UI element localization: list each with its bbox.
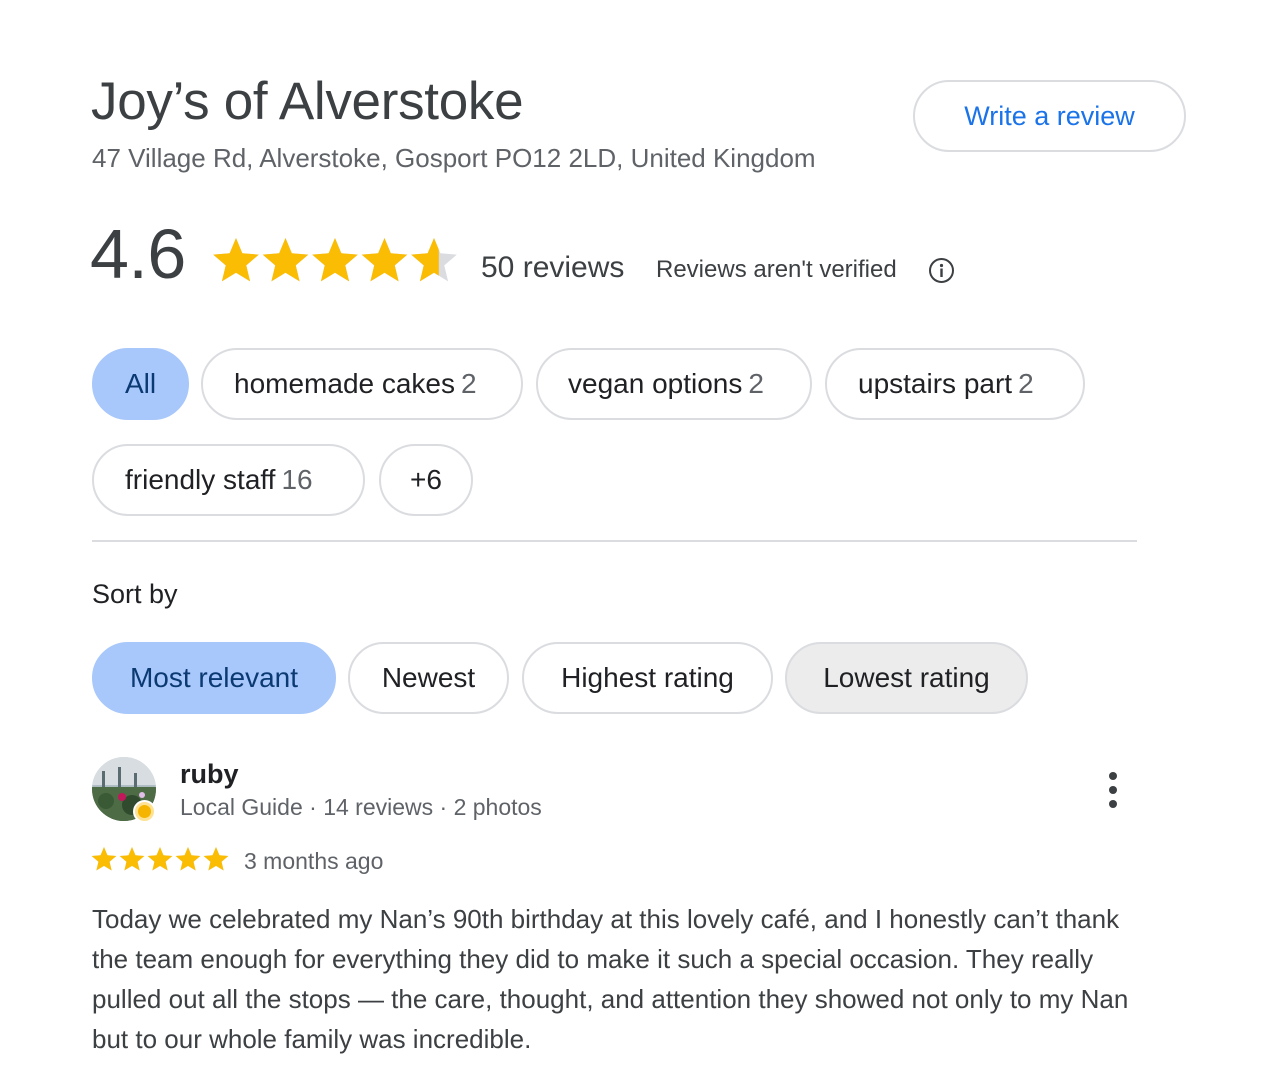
topic-chip-homemade-cakes[interactable]: homemade cakes 2 xyxy=(201,348,523,420)
star-icon xyxy=(147,847,173,871)
topic-chip-vegan-options[interactable]: vegan options 2 xyxy=(536,348,812,420)
sort-option-label: Most relevant xyxy=(129,662,299,693)
review-count-link[interactable]: 50 reviews xyxy=(481,250,624,286)
more-vert-icon[interactable] xyxy=(1097,768,1129,812)
average-rating: 4.6 xyxy=(90,215,186,293)
sort-newest[interactable]: Newest xyxy=(348,642,509,714)
topic-chip-label: vegan options xyxy=(568,368,743,399)
sort-option-label: Highest rating xyxy=(561,662,734,693)
star-icon xyxy=(213,238,259,282)
topic-chip-label: +6 xyxy=(410,464,442,495)
star-icon xyxy=(312,238,358,282)
topic-chip-label: All xyxy=(124,368,157,399)
star-icon xyxy=(91,847,117,871)
star-icon xyxy=(262,238,309,282)
review-time: 3 months ago xyxy=(244,848,384,874)
star-icon xyxy=(119,847,145,871)
topic-chip-label: upstairs part xyxy=(858,368,1013,399)
sort-highest-rating[interactable]: Highest rating xyxy=(522,642,773,714)
topic-chip-count: 2 xyxy=(461,368,477,399)
review-text: Today we celebrated my Nan’s 90th birthd… xyxy=(92,904,1129,1054)
topic-chip-friendly-staff[interactable]: friendly staff 16 xyxy=(92,444,365,516)
topic-chip-count: 2 xyxy=(1018,368,1034,399)
topic-chip-label: friendly staff xyxy=(125,464,276,495)
sort-by-label: Sort by xyxy=(92,579,178,609)
reviews-not-verified-label: Reviews aren't verified xyxy=(656,256,897,283)
divider xyxy=(92,540,1137,542)
place-title: Joy’s of Alverstoke xyxy=(91,72,524,131)
sort-lowest-rating[interactable]: Lowest rating xyxy=(785,642,1028,714)
info-circle-icon[interactable] xyxy=(928,257,955,284)
topic-chip-count: 2 xyxy=(748,368,764,399)
local-guide-badge-fill xyxy=(135,802,154,821)
sort-most-relevant[interactable]: Most relevant xyxy=(92,642,336,714)
topic-chip-label: homemade cakes xyxy=(234,368,456,399)
star-icon xyxy=(175,847,201,871)
local-guide-badge-icon xyxy=(133,800,156,823)
write-review-button[interactable]: Write a review xyxy=(913,80,1186,152)
reviews-panel: Joy’s of Alverstoke 47 Village Rd, Alver… xyxy=(0,0,1263,1067)
sort-option-label: Lowest rating xyxy=(823,662,990,693)
place-address: 47 Village Rd, Alverstoke, Gosport PO12 … xyxy=(92,143,816,173)
topic-chip-more[interactable]: +6 xyxy=(379,444,473,516)
reviewer-name[interactable]: ruby xyxy=(180,757,239,791)
review-stars xyxy=(91,847,229,871)
star-icon xyxy=(203,847,229,871)
reviewer-meta: Local Guide · 14 reviews · 2 photos xyxy=(180,794,542,820)
sort-option-label: Newest xyxy=(381,662,476,693)
topic-chip-upstairs-part[interactable]: upstairs part 2 xyxy=(825,348,1085,420)
topic-chip-all[interactable]: All xyxy=(92,348,189,420)
rating-stars xyxy=(213,238,457,282)
topic-chip-count: 16 xyxy=(281,464,313,495)
star-icon xyxy=(361,238,408,282)
